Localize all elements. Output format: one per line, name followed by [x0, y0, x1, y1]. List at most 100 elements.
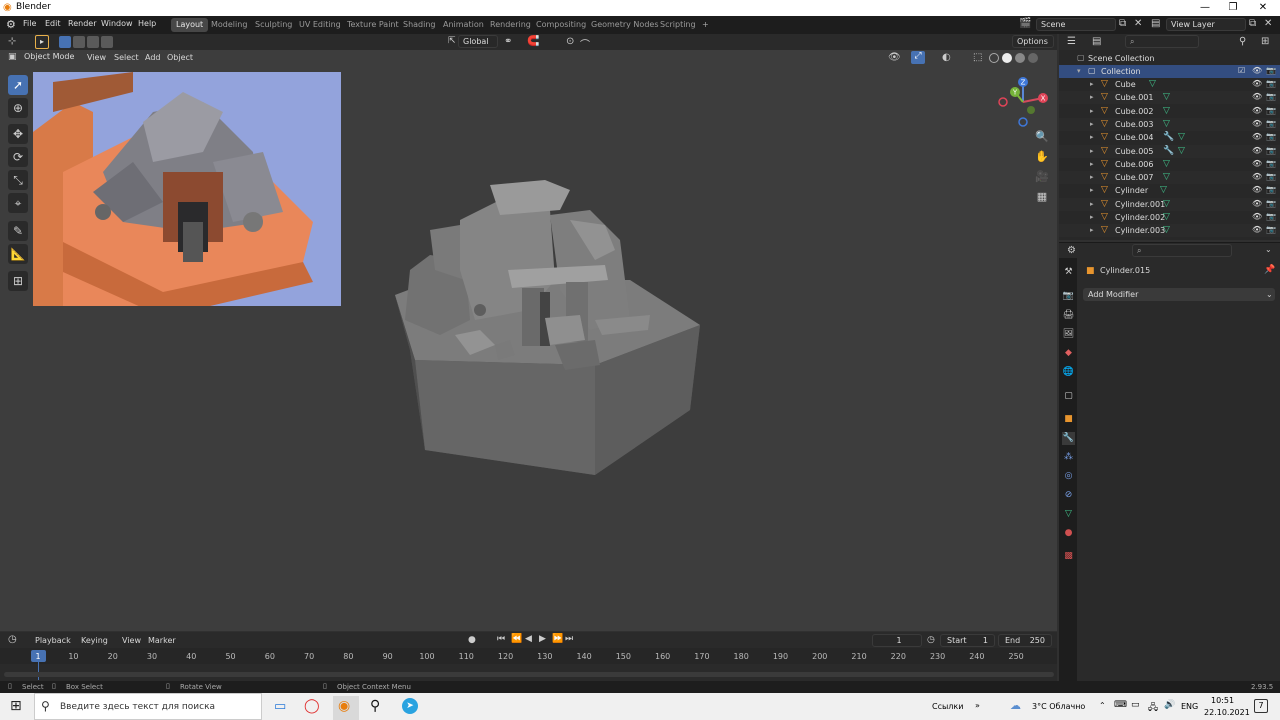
navigation-gizmo[interactable]: Z X Y: [995, 74, 1051, 130]
expand-icon[interactable]: ▸: [1090, 200, 1094, 208]
tab-modeling[interactable]: Modeling: [206, 18, 252, 32]
gizmo-toggle-icon[interactable]: ⤢: [911, 51, 925, 64]
jump-start-icon[interactable]: ⏮: [497, 634, 505, 644]
expand-icon[interactable]: ▸: [1090, 120, 1094, 128]
display-mode-icon[interactable]: ▤: [1092, 36, 1101, 47]
tool-tab-icon[interactable]: ⚒: [1062, 266, 1075, 279]
expand-icon[interactable]: ▸: [1090, 80, 1094, 88]
tab-geometry-nodes[interactable]: Geometry Nodes: [586, 18, 663, 32]
camera-icon[interactable]: 📷: [1266, 185, 1276, 194]
blender-menu-icon[interactable]: ⚙: [6, 18, 16, 31]
camera-view-icon[interactable]: 🎥: [1033, 168, 1051, 186]
outliner-item[interactable]: ▸ ▽ Cube.002 ▽ 👁 📷: [1059, 105, 1280, 118]
start-frame-field[interactable]: Start 1: [940, 634, 995, 647]
outliner-item[interactable]: ▸ ▽ Cube ▽ 👁 📷: [1059, 78, 1280, 91]
mesh-data-icon[interactable]: ▽: [1163, 159, 1170, 169]
particles-tab-icon[interactable]: ⁂: [1062, 451, 1075, 464]
outliner-item[interactable]: ▸ ▽ Cube.004 🔧 ▽ 👁 📷: [1059, 131, 1280, 144]
modifier-wrench-icon[interactable]: 🔧: [1163, 132, 1174, 142]
expand-icon[interactable]: ▸: [1090, 133, 1094, 141]
telegram-icon[interactable]: ➤: [402, 698, 418, 714]
mesh-data-icon[interactable]: ▽: [1149, 79, 1156, 89]
pan-hand-icon[interactable]: ✋: [1033, 148, 1051, 166]
eye-icon[interactable]: 👁: [1252, 212, 1262, 221]
maximize-button[interactable]: ❐: [1218, 0, 1248, 16]
select-mode-extend-icon[interactable]: [73, 36, 85, 48]
ortho-grid-icon[interactable]: ▦: [1033, 188, 1051, 206]
scene-tab-icon[interactable]: ◆: [1062, 347, 1075, 360]
camera-icon[interactable]: 📷: [1266, 66, 1276, 75]
camera-icon[interactable]: 📷: [1266, 199, 1276, 208]
snap-icon[interactable]: 🧲: [527, 36, 539, 47]
material-shading-icon[interactable]: [1015, 53, 1025, 63]
active-tool-icon[interactable]: ▸: [35, 35, 49, 49]
view-layer-icon[interactable]: ▤: [1151, 18, 1160, 29]
tab-shading[interactable]: Shading: [398, 18, 441, 32]
tab-compositing[interactable]: Compositing: [531, 18, 591, 32]
checkbox-icon[interactable]: ☑: [1238, 66, 1245, 75]
pin-icon[interactable]: 📌: [1264, 265, 1275, 275]
eye-icon[interactable]: 👁: [1252, 66, 1262, 75]
menu-edit[interactable]: Edit: [45, 19, 61, 28]
properties-search-input[interactable]: ⌕: [1132, 244, 1232, 257]
volume-icon[interactable]: 🔊: [1164, 700, 1175, 710]
gizmo-neg-x[interactable]: [998, 97, 1008, 107]
proportional-edit-icon[interactable]: ⊙: [566, 36, 574, 47]
clock-icon[interactable]: ◷: [927, 635, 935, 645]
clock-time[interactable]: 10:51: [1211, 696, 1234, 705]
3d-model-mine[interactable]: [380, 170, 720, 490]
outliner-item[interactable]: ▸ ▽ Cube.006 ▽ 👁 📷: [1059, 158, 1280, 171]
menu-help[interactable]: Help: [138, 19, 156, 28]
select-box-tool[interactable]: ➚: [8, 75, 28, 95]
eye-icon[interactable]: 👁: [1252, 106, 1262, 115]
gizmo-neg-z[interactable]: [1018, 117, 1028, 127]
tab-uv-editing[interactable]: UV Editing: [294, 18, 346, 32]
mesh-data-icon[interactable]: ▽: [1163, 212, 1170, 222]
camera-icon[interactable]: 📷: [1266, 92, 1276, 101]
expand-icon[interactable]: ▸: [1090, 226, 1094, 234]
outliner-item[interactable]: ▸ ▽ Cylinder.002 ▽ 👁 📷: [1059, 211, 1280, 224]
new-view-layer-icon[interactable]: ⧉: [1249, 18, 1256, 29]
proportional-falloff-icon[interactable]: ⌒: [580, 36, 590, 51]
outliner-editor-icon[interactable]: ☰: [1067, 36, 1076, 47]
tab-layout[interactable]: Layout: [171, 18, 209, 32]
mesh-data-icon[interactable]: ▽: [1178, 132, 1185, 142]
annotate-tool[interactable]: ✎: [8, 221, 28, 241]
eye-icon[interactable]: 👁: [1252, 119, 1262, 128]
weather-widget[interactable]: 3°C Облачно: [1032, 702, 1085, 711]
eye-icon[interactable]: 👁: [1252, 159, 1262, 168]
pivot-point-icon[interactable]: ⚭: [504, 36, 512, 47]
play-reverse-icon[interactable]: ◀: [525, 634, 532, 644]
world-tab-icon[interactable]: 🌐: [1062, 366, 1075, 379]
tab-animation[interactable]: Animation: [438, 18, 489, 32]
outliner-search-input[interactable]: ⌕: [1125, 35, 1199, 48]
eye-icon[interactable]: 👁: [1252, 172, 1262, 181]
tab-sculpting[interactable]: Sculpting: [250, 18, 297, 32]
tray-chevron-icon[interactable]: ⌃: [1099, 701, 1106, 710]
jump-keyframe-forward-icon[interactable]: ⏩: [552, 634, 563, 644]
wireframe-shading-icon[interactable]: [989, 53, 999, 63]
record-icon[interactable]: ●: [468, 635, 476, 645]
menu-window[interactable]: Window: [101, 19, 133, 28]
visibility-icon[interactable]: 👁: [888, 52, 901, 63]
data-tab-icon[interactable]: ▽: [1062, 508, 1075, 521]
close-button[interactable]: ✕: [1248, 0, 1278, 16]
timeline-menu-marker[interactable]: Marker: [148, 636, 176, 645]
outliner-item[interactable]: ▸ ▽ Cylinder.001 ▽ 👁 📷: [1059, 197, 1280, 211]
outliner-item[interactable]: ▸ ▽ Cube.001 ▽ 👁 📷: [1059, 91, 1280, 105]
delete-scene-icon[interactable]: ✕: [1134, 18, 1142, 29]
search-app-icon[interactable]: ⚲: [370, 698, 380, 714]
properties-editor-icon[interactable]: ⚙: [1067, 245, 1076, 256]
output-tab-icon[interactable]: 🖨: [1062, 309, 1075, 322]
end-frame-field[interactable]: End 250: [998, 634, 1052, 647]
clock-date[interactable]: 22.10.2021: [1204, 708, 1250, 717]
overlay-toggle-icon[interactable]: ◐: [942, 52, 951, 63]
eye-icon[interactable]: 👁: [1252, 92, 1262, 101]
opera-icon[interactable]: ◯: [304, 698, 320, 714]
texture-tab-icon[interactable]: ▩: [1062, 550, 1075, 563]
solid-shading-icon[interactable]: [1002, 53, 1012, 63]
camera-icon[interactable]: 📷: [1266, 212, 1276, 221]
outliner-item[interactable]: ▸ ▽ Cube.005 🔧 ▽ 👁 📷: [1059, 144, 1280, 158]
task-view-icon[interactable]: ▭: [274, 699, 286, 714]
rotate-tool[interactable]: ⟳: [8, 147, 28, 167]
